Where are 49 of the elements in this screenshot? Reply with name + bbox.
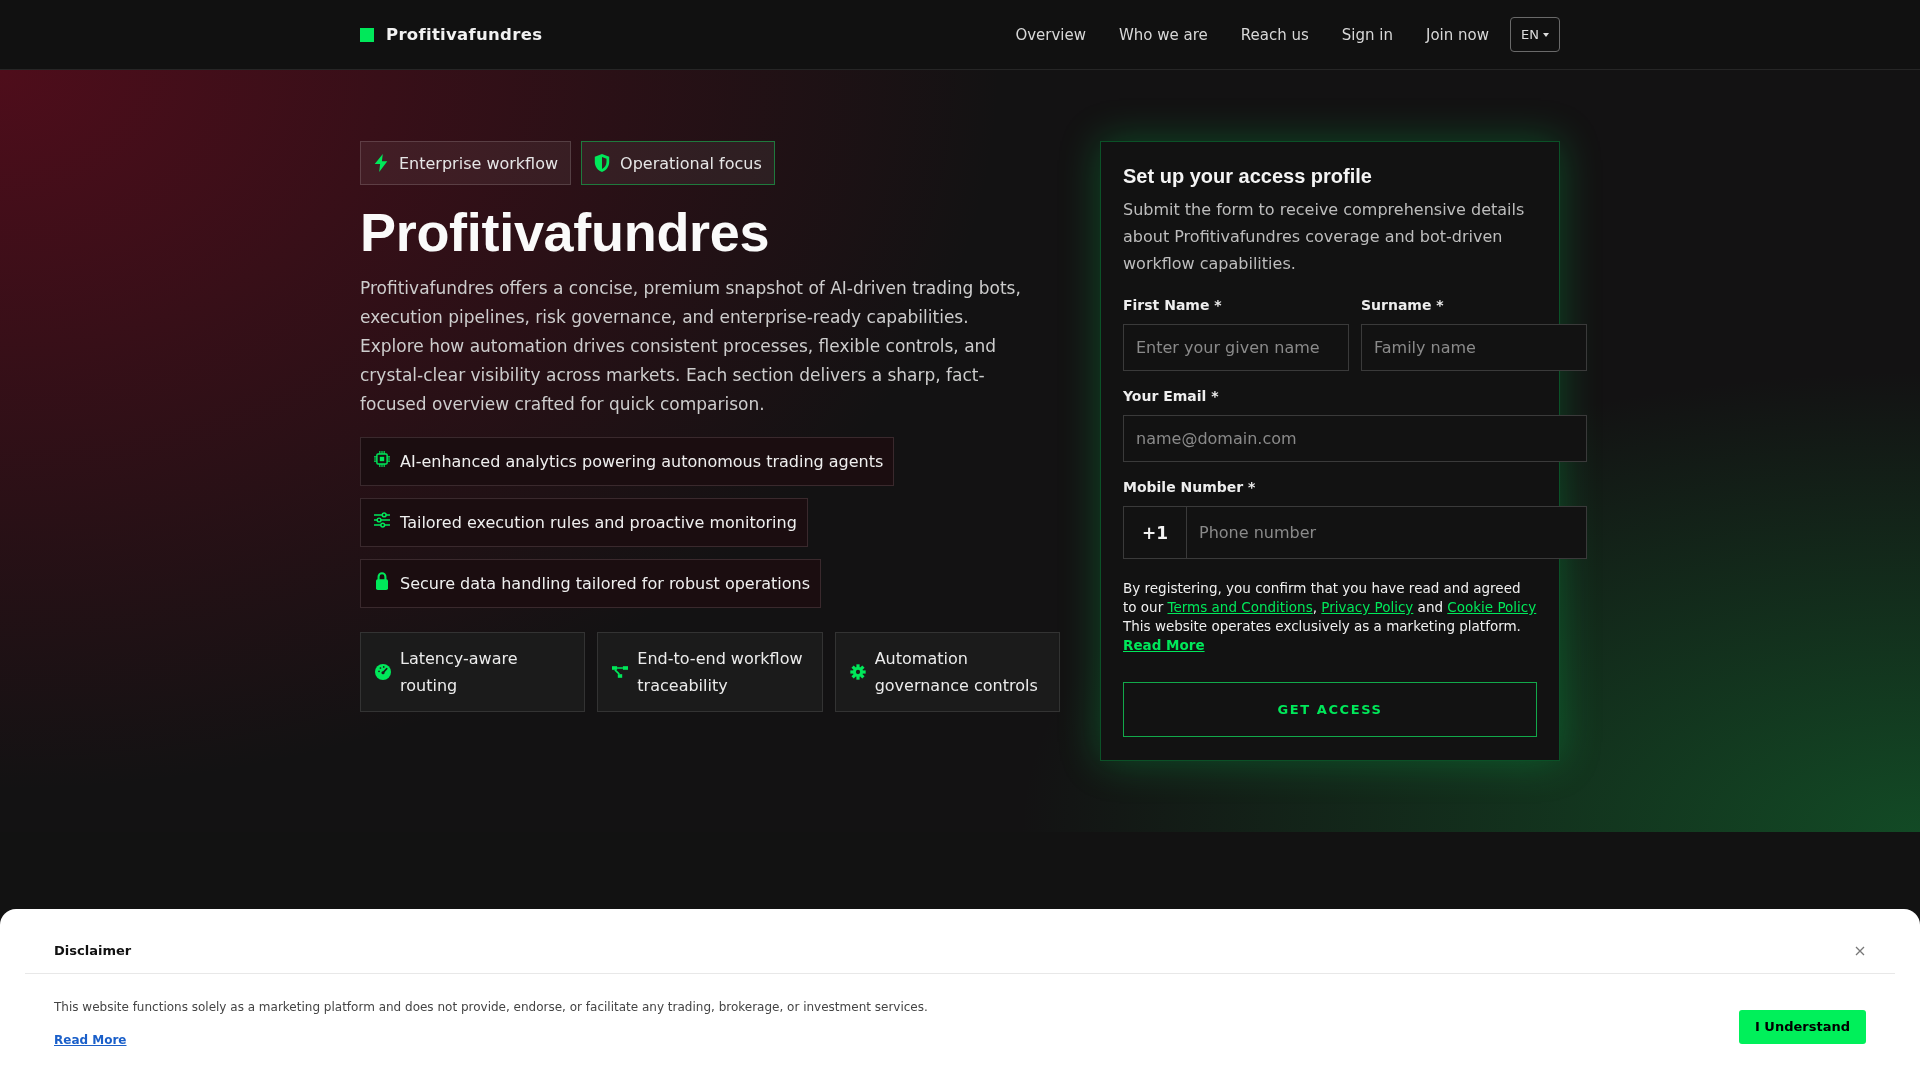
shield-icon: [594, 154, 611, 172]
disclaimer-title: Disclaimer: [54, 942, 132, 960]
tag-label: Operational focus: [620, 153, 762, 173]
read-more-link[interactable]: Read More: [1123, 637, 1205, 653]
highlight-text: AI-enhanced analytics powering autonomous trading agents: [400, 451, 884, 474]
caret-icon: [1542, 32, 1549, 37]
legal-link[interactable]: Privacy Policy: [1321, 599, 1414, 615]
feature-text: Latency-aware routing: [400, 648, 519, 698]
gear-icon: [849, 663, 866, 682]
text-input[interactable]: name@domain.com: [1123, 415, 1587, 462]
get-access-button[interactable]: GET ACCESS: [1123, 682, 1537, 737]
close-button[interactable]: [1854, 945, 1866, 957]
gauge-icon: [375, 663, 391, 682]
read-more-link[interactable]: Read More: [54, 1033, 127, 1047]
language-selector[interactable]: EN: [1510, 17, 1560, 52]
form-title: Set up your access profile: [1123, 164, 1373, 188]
highlight-text: Secure data handling tailored for robust operations: [400, 573, 811, 596]
lock-icon: [374, 572, 390, 591]
feature-text: End-to-end workflow traceability: [637, 648, 804, 698]
country-code[interactable]: +1: [1123, 506, 1187, 559]
sliders-icon: [374, 511, 390, 530]
field-label: First Name *: [1123, 296, 1223, 315]
text-input[interactable]: Enter your given name: [1123, 324, 1349, 371]
nav-link[interactable]: Reach us: [1240, 25, 1309, 44]
tag-label: Enterprise workflow: [399, 153, 559, 173]
text-input[interactable]: Family name: [1361, 324, 1587, 371]
nav-link[interactable]: Join now: [1426, 25, 1489, 44]
brand-name[interactable]: Profitivafundres: [386, 25, 543, 44]
legal-link[interactable]: Cookie Policy: [1447, 599, 1537, 615]
hero-description: Profitivafundres offers a concise, premium snapshot of AI-driven trading bots, execution pipelines, risk governance, and enterprise-ready capabilities. Explore how automation drives consistent processes, flexible controls, and crystal-clear visibility across markets. Each section delivers a sharp, fact-focused overview crafted for quick comparison.: [360, 277, 1022, 417]
form-description: Submit the form to receive comprehensive details about Profitivafundres coverage and bot-driven workflow capabilities.: [1123, 199, 1526, 275]
logo-icon: [360, 27, 374, 42]
legal-link[interactable]: Terms and Conditions: [1167, 599, 1313, 615]
understand-button[interactable]: I Understand: [1739, 1009, 1866, 1044]
nav-link[interactable]: Overview: [1015, 25, 1086, 44]
lightning-icon: [373, 154, 389, 172]
field-label: Your Email *: [1123, 387, 1220, 406]
consent-text: By registering, you confirm that you have read and agreed to our Terms and Conditions, Privacy Policy and Cookie Policy This website operates exclusively as a marketing platform. Read More: [1123, 579, 1537, 655]
nav-link[interactable]: Sign in: [1341, 25, 1393, 44]
highlight-text: Tailored execution rules and proactive monitoring: [400, 512, 797, 535]
disclaimer-text: This website functions solely as a marketing platform and does not provide, endorse, or facilitate any trading, brokerage, or investment services.: [54, 999, 928, 1016]
field-label: Mobile Number *: [1123, 478, 1257, 497]
nav-link[interactable]: Who we are: [1119, 25, 1208, 44]
chip-icon: [374, 450, 390, 469]
close-icon: [1855, 946, 1865, 956]
hero-title: Profitivafundres: [360, 203, 771, 263]
feature-text: Automation governance controls: [874, 648, 1039, 698]
phone-input[interactable]: Phone number: [1187, 506, 1587, 559]
field-label: Surname *: [1361, 296, 1445, 315]
